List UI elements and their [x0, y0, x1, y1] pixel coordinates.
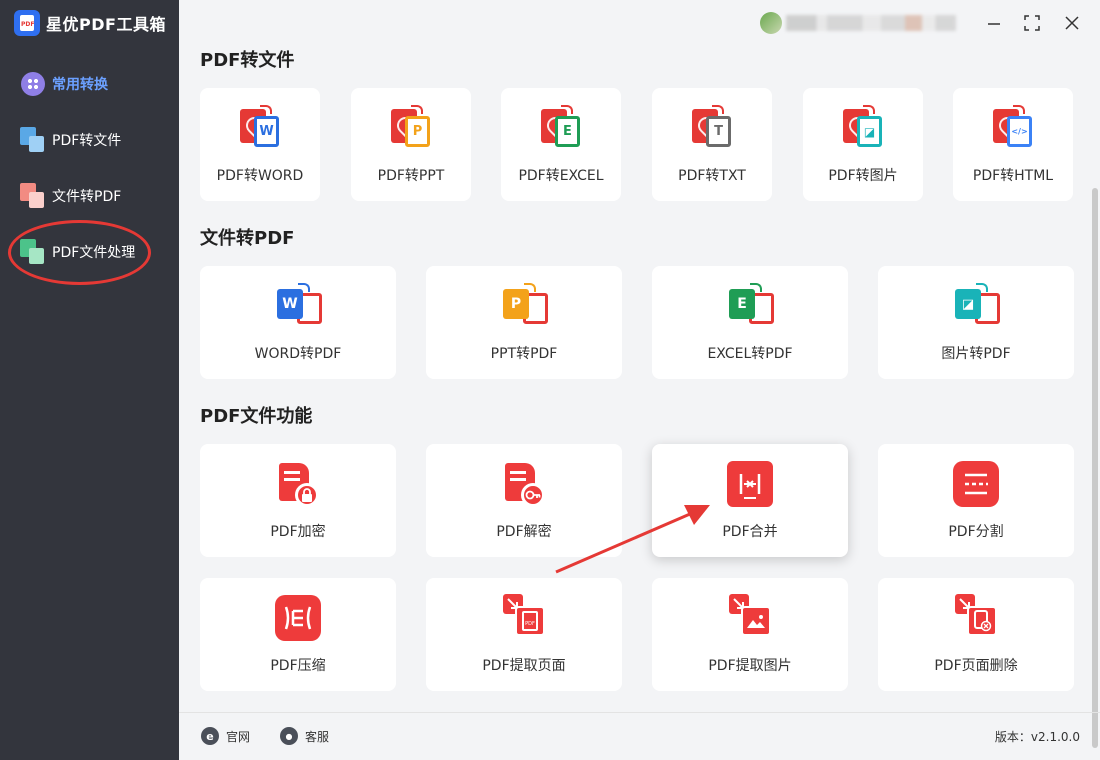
maximize-icon	[1024, 15, 1040, 31]
card-image-to-pdf[interactable]: ◪ 图片转PDF	[878, 266, 1074, 379]
card-label: 图片转PDF	[941, 346, 1011, 362]
card-label: EXCEL转PDF	[707, 346, 793, 362]
image-to-pdf-icon: ◪	[953, 283, 1000, 329]
pdf-to-ppt-icon: P	[388, 105, 434, 151]
pdf-to-word-icon: W	[237, 105, 283, 151]
pdf-to-html-icon: </>	[990, 105, 1036, 151]
sidebar-item-common[interactable]: 常用转换	[0, 64, 179, 104]
card-pdf-extract-images[interactable]: PDF提取图片	[652, 578, 848, 691]
minimize-button[interactable]	[983, 12, 1005, 34]
scrollbar-thumb[interactable]	[1092, 188, 1098, 748]
card-label: PDF压缩	[270, 658, 326, 674]
globe-icon: e	[201, 727, 219, 745]
section-title-file-to-pdf: 文件转PDF	[200, 228, 295, 249]
card-excel-to-pdf[interactable]: E EXCEL转PDF	[652, 266, 848, 379]
card-pdf-to-txt[interactable]: T PDF转TXT	[652, 88, 772, 201]
pdf-to-txt-icon: T	[689, 105, 735, 151]
minimize-icon	[988, 23, 1000, 25]
card-pdf-delete-pages[interactable]: PDF页面删除	[878, 578, 1074, 691]
app-logo-icon	[14, 10, 40, 36]
maximize-button[interactable]	[1021, 12, 1043, 34]
scrollbar[interactable]	[1092, 48, 1098, 748]
sidebar-item-label: 文件转PDF	[52, 189, 122, 205]
support-link[interactable]: ● 客服	[280, 726, 329, 746]
card-label: PDF转图片	[828, 168, 898, 184]
extract-page-icon: PDF	[501, 592, 547, 638]
card-label: PDF提取页面	[482, 658, 566, 674]
ppt-to-pdf-icon: P	[501, 283, 548, 329]
card-pdf-to-html[interactable]: </> PDF转HTML	[953, 88, 1073, 201]
merge-icon	[727, 461, 773, 507]
card-word-to-pdf[interactable]: W WORD转PDF	[200, 266, 396, 379]
card-label: PPT转PDF	[490, 346, 558, 362]
pdf-to-image-icon: ◪	[840, 105, 886, 151]
card-pdf-to-ppt[interactable]: P PDF转PPT	[351, 88, 471, 201]
card-label: PDF转HTML	[972, 168, 1054, 184]
card-pdf-to-excel[interactable]: E PDF转EXCEL	[501, 88, 621, 201]
footer-divider	[179, 712, 1100, 713]
close-icon	[1065, 16, 1079, 30]
split-icon	[953, 461, 999, 507]
card-label: PDF转WORD	[216, 168, 304, 184]
file-to-pdf-icon	[20, 183, 46, 209]
card-label: PDF转TXT	[678, 168, 746, 184]
pdf-to-excel-icon: E	[538, 105, 584, 151]
pdf-to-file-icon	[20, 127, 46, 153]
card-label: PDF转PPT	[377, 168, 445, 184]
close-button[interactable]	[1061, 12, 1083, 34]
user-info-blurred	[786, 15, 956, 31]
website-link[interactable]: e 官网	[201, 726, 250, 746]
sidebar-item-label: 常用转换	[52, 77, 108, 93]
sidebar-item-label: PDF文件处理	[52, 245, 136, 261]
compress-icon	[275, 595, 321, 641]
card-label: WORD转PDF	[254, 346, 342, 362]
user-avatar[interactable]	[760, 12, 782, 34]
version-label: 版本：v2.1.0.0	[994, 730, 1080, 744]
card-pdf-decrypt[interactable]: PDF解密	[426, 444, 622, 557]
card-label: PDF转EXCEL	[518, 168, 604, 184]
card-pdf-compress[interactable]: PDF压缩	[200, 578, 396, 691]
card-label: PDF分割	[948, 524, 1004, 540]
section-title-pdf-to-file: PDF转文件	[200, 50, 295, 71]
delete-page-icon	[953, 592, 999, 638]
section-title-pdf-functions: PDF文件功能	[200, 406, 313, 427]
sidebar-item-pdf-to-file[interactable]: PDF转文件	[0, 120, 179, 160]
sidebar: 星优PDF工具箱 常用转换 PDF转文件 文件转PDF PDF文件处理	[0, 0, 179, 760]
word-to-pdf-icon: W	[275, 283, 322, 329]
extract-image-icon	[727, 592, 773, 638]
website-label: 官网	[226, 729, 251, 744]
card-pdf-to-image[interactable]: ◪ PDF转图片	[803, 88, 923, 201]
key-icon	[501, 461, 547, 507]
chat-icon: ●	[280, 727, 298, 745]
card-label: PDF加密	[270, 524, 326, 540]
card-label: PDF解密	[496, 524, 552, 540]
lock-icon	[275, 461, 321, 507]
sidebar-item-file-to-pdf[interactable]: 文件转PDF	[0, 176, 179, 216]
card-label: PDF合并	[722, 524, 778, 540]
card-pdf-merge[interactable]: PDF合并	[652, 444, 848, 557]
grid-icon	[20, 71, 46, 97]
card-ppt-to-pdf[interactable]: P PPT转PDF	[426, 266, 622, 379]
sidebar-item-pdf-process[interactable]: PDF文件处理	[0, 232, 179, 272]
card-pdf-extract-pages[interactable]: PDF PDF提取页面	[426, 578, 622, 691]
sidebar-item-label: PDF转文件	[52, 133, 122, 149]
card-label: PDF页面删除	[934, 658, 1018, 674]
app-title: 星优PDF工具箱	[46, 15, 166, 34]
pdf-process-icon	[20, 239, 46, 265]
card-label: PDF提取图片	[708, 658, 792, 674]
app-brand: 星优PDF工具箱	[14, 8, 166, 38]
card-pdf-split[interactable]: PDF分割	[878, 444, 1074, 557]
excel-to-pdf-icon: E	[727, 283, 774, 329]
card-pdf-to-word[interactable]: W PDF转WORD	[200, 88, 320, 201]
card-pdf-encrypt[interactable]: PDF加密	[200, 444, 396, 557]
support-label: 客服	[305, 729, 330, 744]
